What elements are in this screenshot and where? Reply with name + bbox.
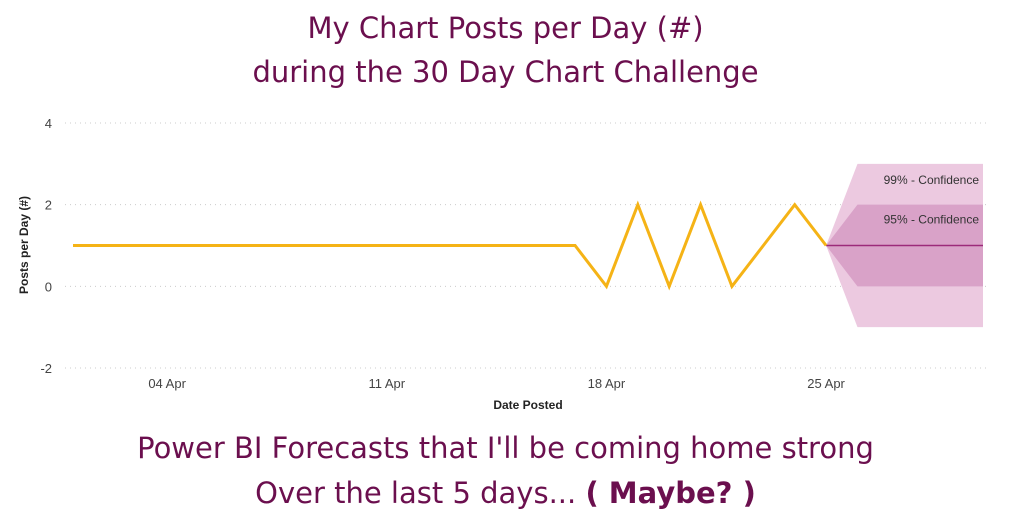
footer-line-2-text: Over the last 5 days...	[255, 476, 577, 510]
x-tick-label: 25 Apr	[807, 376, 845, 391]
band-99-label: 99% - Confidence	[884, 173, 980, 187]
x-tick-label: 18 Apr	[588, 376, 626, 391]
x-tick-label: 11 Apr	[368, 376, 405, 391]
y-tick-label: 0	[45, 279, 52, 294]
x-tick-label: 04 Apr	[148, 376, 186, 391]
y-axis-title: Posts per Day (#)	[17, 196, 31, 294]
x-axis-title: Date Posted	[493, 398, 562, 412]
footer-line-1: Power BI Forecasts that I'll be coming h…	[137, 431, 874, 465]
footer-emphasis: ( Maybe? )	[585, 476, 756, 510]
y-tick-label: 2	[45, 198, 52, 213]
band-95-label: 95% - Confidence	[884, 213, 980, 227]
footer-line-2: Over the last 5 days... ( Maybe? )	[0, 471, 1011, 515]
y-tick-label: -2	[40, 361, 52, 376]
y-tick-label: 4	[45, 116, 52, 131]
series-line-posts	[73, 200, 828, 291]
